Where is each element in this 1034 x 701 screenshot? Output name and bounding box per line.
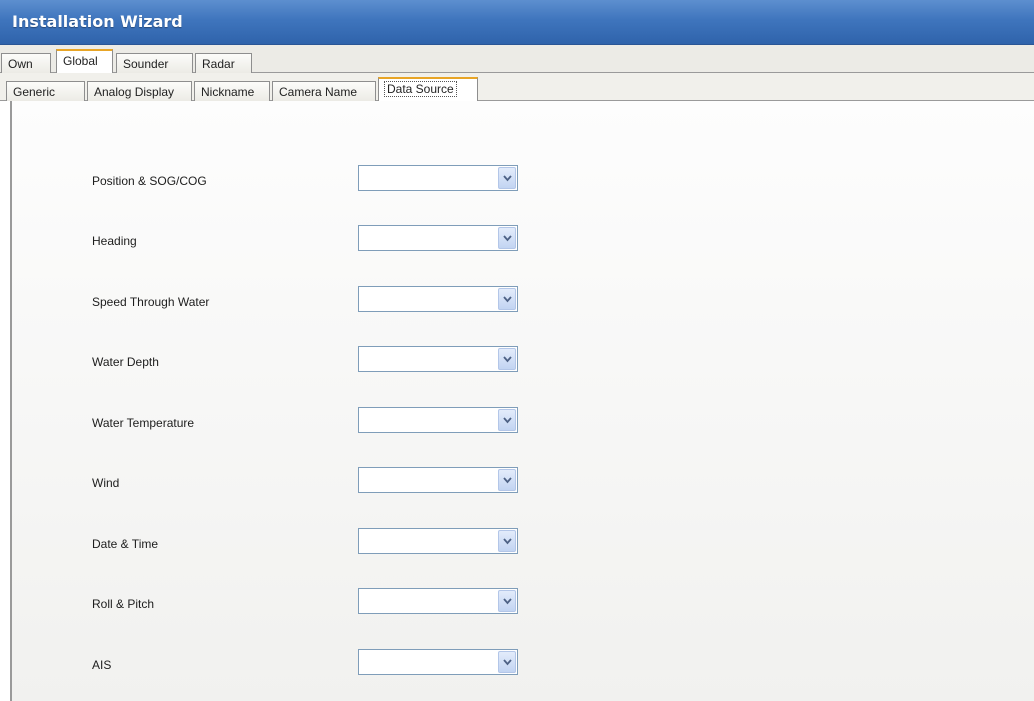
- dropdown-button[interactable]: [498, 469, 516, 491]
- dropdown-button[interactable]: [498, 530, 516, 552]
- dropdown-button[interactable]: [498, 409, 516, 431]
- dropdown-button[interactable]: [498, 651, 516, 673]
- tab-camera-name[interactable]: Camera Name: [272, 81, 376, 101]
- water-temperature-select[interactable]: [358, 407, 518, 433]
- chevron-down-icon: [503, 477, 512, 484]
- dropdown-button[interactable]: [498, 227, 516, 249]
- position-sog-cog-select[interactable]: [358, 165, 518, 191]
- tab-sounder[interactable]: Sounder: [116, 53, 193, 73]
- water-temperature-label: Water Temperature: [92, 416, 195, 430]
- wind-label: Wind: [92, 476, 120, 490]
- position-sog-cog-label: Position & SOG/COG: [92, 174, 207, 188]
- tab-generic-label: Generic: [13, 85, 56, 99]
- roll-pitch-label: Roll & Pitch: [92, 597, 155, 611]
- date-time-label: Date & Time: [92, 537, 159, 551]
- dropdown-button[interactable]: [498, 590, 516, 612]
- wind-select[interactable]: [358, 467, 518, 493]
- chevron-down-icon: [503, 175, 512, 182]
- chevron-down-icon: [503, 659, 512, 666]
- dropdown-button[interactable]: [498, 288, 516, 310]
- tab-generic[interactable]: Generic: [6, 81, 85, 101]
- date-time-select[interactable]: [358, 528, 518, 554]
- tab-data-source-label: Data Source: [384, 81, 457, 97]
- title-bar: Installation Wizard: [0, 0, 1034, 45]
- tab-radar[interactable]: Radar: [195, 53, 252, 73]
- tab-global-label: Global: [63, 54, 98, 68]
- data-source-panel: Position & SOG/COG Heading Speed Through…: [10, 101, 1034, 701]
- dropdown-button[interactable]: [498, 348, 516, 370]
- water-depth-label: Water Depth: [92, 355, 159, 369]
- chevron-down-icon: [503, 598, 512, 605]
- tab-own-label: Own: [8, 57, 33, 71]
- top-tab-strip: Own Global Sounder Radar: [0, 45, 1034, 73]
- window-title: Installation Wizard: [12, 12, 183, 31]
- chevron-down-icon: [503, 538, 512, 545]
- tab-analog-display-label: Analog Display: [94, 85, 175, 99]
- ais-select[interactable]: [358, 649, 518, 675]
- dropdown-button[interactable]: [498, 167, 516, 189]
- heading-label: Heading: [92, 234, 137, 248]
- tab-global[interactable]: Global: [56, 49, 113, 73]
- tab-own[interactable]: Own: [1, 53, 51, 73]
- tab-radar-label: Radar: [202, 57, 235, 71]
- ais-label: AIS: [92, 658, 112, 672]
- tab-sounder-label: Sounder: [123, 57, 169, 71]
- chevron-down-icon: [503, 296, 512, 303]
- roll-pitch-select[interactable]: [358, 588, 518, 614]
- chevron-down-icon: [503, 235, 512, 242]
- tab-nickname-label: Nickname: [201, 85, 255, 99]
- tab-camera-name-label: Camera Name: [279, 85, 358, 99]
- water-depth-select[interactable]: [358, 346, 518, 372]
- chevron-down-icon: [503, 417, 512, 424]
- tab-data-source[interactable]: Data Source: [378, 77, 478, 101]
- tab-analog-display[interactable]: Analog Display: [87, 81, 192, 101]
- sub-tab-strip: Generic Analog Display Nickname Camera N…: [0, 73, 1034, 101]
- chevron-down-icon: [503, 356, 512, 363]
- tab-nickname[interactable]: Nickname: [194, 81, 270, 101]
- speed-through-water-select[interactable]: [358, 286, 518, 312]
- heading-select[interactable]: [358, 225, 518, 251]
- speed-through-water-label: Speed Through Water: [92, 295, 210, 309]
